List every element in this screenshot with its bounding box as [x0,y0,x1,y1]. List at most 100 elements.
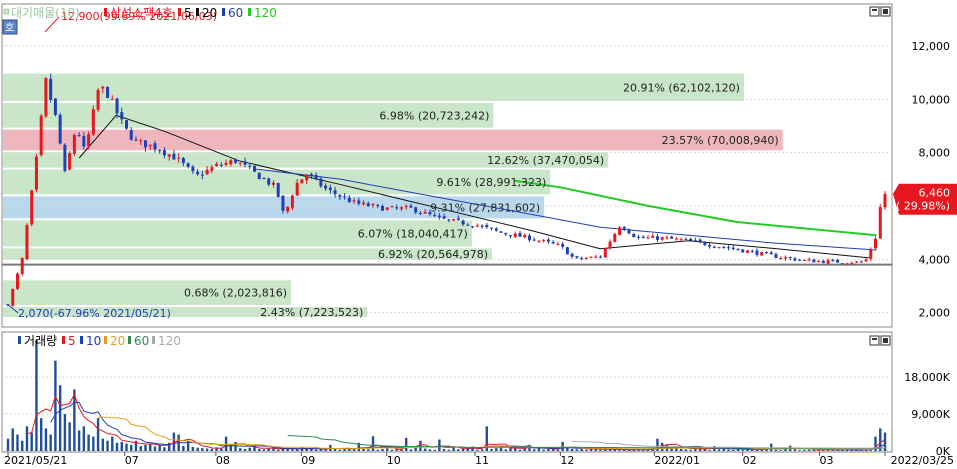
legend-name-marker-icon [104,8,107,16]
volume-bar [39,418,43,451]
candle-body [546,239,550,242]
candle-body [504,233,508,235]
candle-body [674,238,678,240]
volume-bar [433,449,436,451]
candle-body [115,98,119,114]
volume-bar [518,449,522,451]
volume-bar [333,448,337,451]
candle-body [575,256,579,258]
price-tick-label: 2,000 [919,307,951,320]
candle-body [376,204,380,206]
candle-body [281,195,285,211]
legend-stock-name: 삼성스팩4호 [110,6,173,20]
volume-bar [291,449,294,451]
candle-body [295,182,299,196]
candle-body [200,174,204,176]
candle-body [599,256,603,258]
side-toggle-button[interactable]: 호 [2,19,18,35]
volume-bar [201,448,204,451]
volume-bar [570,448,574,451]
candle-body [798,259,802,261]
candle-body [30,190,34,225]
candle-body [362,202,366,205]
candle-body [77,134,81,137]
candle-body [366,203,370,207]
candle-body [25,225,29,260]
candle-body [314,174,318,179]
candle-body [741,249,745,253]
candle-body [167,154,171,157]
candle-body [106,86,110,98]
volume-bar [58,385,62,451]
volume-bar [163,447,166,451]
volume-bar [362,448,365,451]
volume-bar [82,426,86,451]
vol-ma60-marker-icon [128,336,131,344]
date-tick-label: 03 [820,454,834,465]
volume-bar [376,449,379,451]
candle-body [447,219,451,221]
volume-bar [423,448,427,451]
date-tick-label: 08 [216,454,230,465]
volume-bar [371,436,375,451]
volume-tick-label: 18,000K [904,371,950,384]
date-tick-label: 02 [743,454,757,465]
maximize-volume-pane-button[interactable] [869,335,880,346]
candle-body [186,163,190,167]
candle-body [565,247,569,255]
candle-body [755,250,759,255]
ma60-marker-icon [222,8,225,16]
candle-body [72,135,76,154]
candle-body [162,150,166,156]
candle-body [129,130,133,140]
candle-body [63,144,67,171]
maximize-pane-button[interactable] [869,6,880,17]
volume-bar [49,434,52,451]
volume-bar [836,450,839,451]
volume-bar [755,449,759,451]
candle-body [452,219,456,221]
candle-body [736,248,740,250]
close-icon [883,338,888,343]
candle-body [319,178,323,187]
candle-body [53,98,57,115]
candle-body [698,239,702,242]
candle-body [632,233,636,237]
candle-body [508,235,512,237]
candle-body [390,206,394,208]
close-pane-button[interactable] [880,6,891,17]
candle-body [499,231,503,233]
volume-bar [196,447,199,451]
candle-body [532,239,536,241]
candle-body [618,227,622,235]
vol-ma5-marker-icon [62,336,65,344]
candle-body [471,226,475,228]
candle-body [750,250,754,252]
candle-body [399,207,403,209]
candle-body [433,215,437,217]
volume-bar [504,449,507,451]
date-tick-label: 09 [301,454,315,465]
candle-body [807,259,811,261]
candle-body [817,260,821,262]
close-volume-pane-button[interactable] [880,335,891,346]
volume-bar [480,449,484,451]
date-tick-label: 2022/03/25 [891,454,954,465]
volume-bar [343,448,346,451]
volume-bar [547,448,550,451]
price-tick-label: 4,000 [919,253,951,266]
date-tick-label: 11 [475,454,489,465]
volume-bar [35,340,38,451]
candle-body [589,256,593,258]
volume-marker-icon [18,336,21,344]
volume-bar [139,446,142,451]
candle-body [537,240,541,242]
candle-body [418,213,422,215]
volume-bar [158,444,161,451]
supply-zone-label: 12.62% (37,470,054) [487,154,604,167]
candle-body [613,233,617,242]
candle-body [328,187,332,191]
volume-bar [243,448,247,451]
volume-bar [514,448,517,451]
volume-bar [499,447,503,451]
